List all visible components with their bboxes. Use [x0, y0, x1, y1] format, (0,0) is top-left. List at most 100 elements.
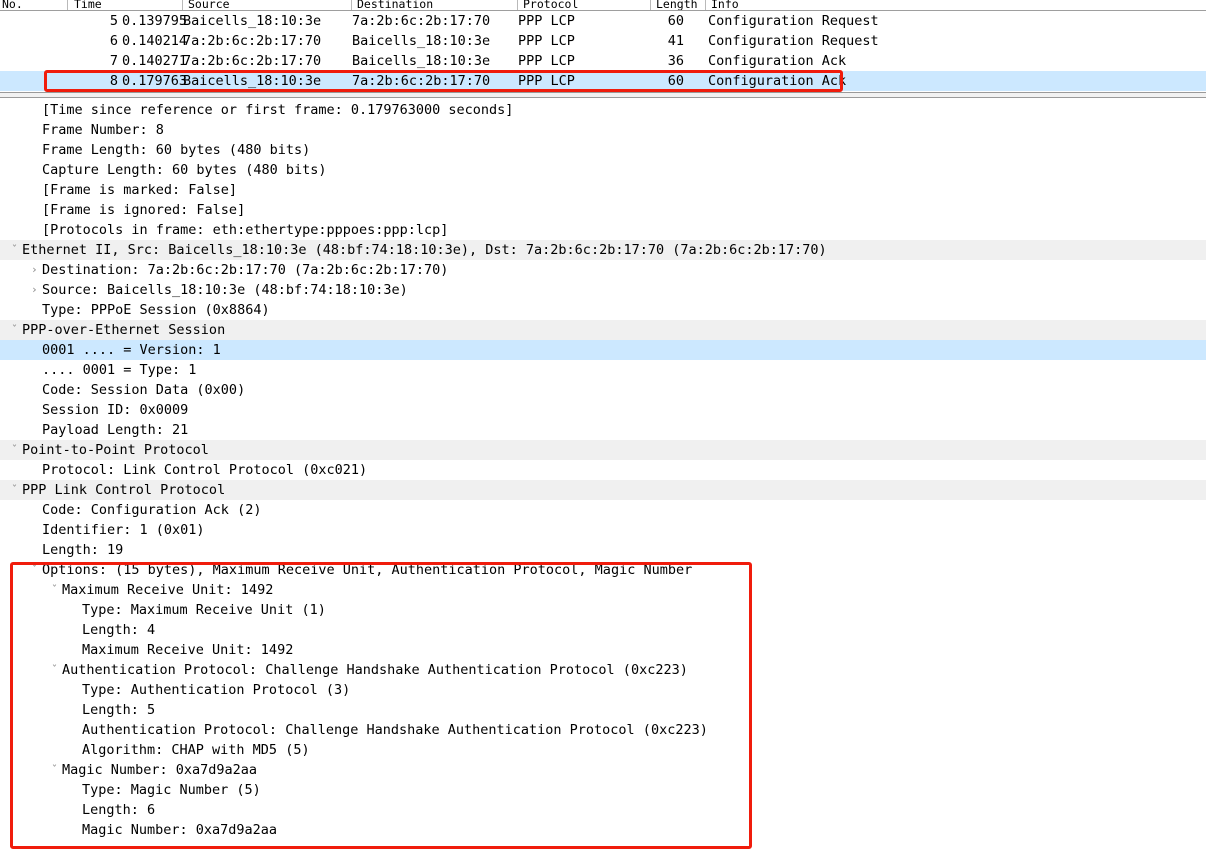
detail-tree-row[interactable]: ˇ Maximum Receive Unit: 1492	[0, 580, 1206, 600]
packet-list-row[interactable]: 8 0.179763 Baicells_18:10:3e 7a:2b:6c:2b:17…	[0, 71, 1206, 91]
packet-cell-destination: Baicells_18:10:3e	[352, 53, 491, 69]
detail-tree-label: Type: Maximum Receive Unit (1)	[82, 602, 326, 618]
packet-list-row[interactable]: 7 0.140271 7a:2b:6c:2b:17:70 Baicells_18:10…	[0, 51, 1206, 71]
packet-cell-info: Configuration Request	[708, 33, 879, 49]
detail-tree-label: Length: 19	[42, 542, 124, 558]
tree-twig-placeholder	[27, 100, 42, 120]
detail-tree-row[interactable]: Length: 19	[0, 540, 1206, 560]
tree-twig-placeholder	[67, 800, 82, 820]
packet-cell-length: 41	[667, 33, 684, 49]
detail-tree-label: Magic Number: 0xa7d9a2aa	[82, 822, 278, 838]
detail-tree-row[interactable]: .... 0001 = Type: 1	[0, 360, 1206, 380]
tree-twig-placeholder	[27, 340, 42, 360]
detail-tree-label: [Frame is marked: False]	[42, 182, 238, 198]
detail-tree-row[interactable]: Identifier: 1 (0x01)	[0, 520, 1206, 540]
detail-tree-row[interactable]: Length: 5	[0, 700, 1206, 720]
detail-tree-label: Algorithm: CHAP with MD5 (5)	[82, 742, 310, 758]
detail-tree-row[interactable]: [Time since reference or first frame: 0.…	[0, 100, 1206, 120]
detail-tree-label: Length: 6	[82, 802, 156, 818]
packet-cell-no: 8	[109, 73, 118, 89]
detail-tree-label: Length: 4	[82, 622, 156, 638]
detail-tree-row[interactable]: Type: Magic Number (5)	[0, 780, 1206, 800]
detail-tree-label: Ethernet II, Src: Baicells_18:10:3e (48:…	[22, 242, 827, 258]
packet-cell-protocol: PPP LCP	[518, 73, 575, 89]
packet-cell-time: 0.140271	[122, 53, 188, 69]
chevron-down-icon[interactable]: ˇ	[7, 480, 22, 500]
detail-tree-row[interactable]: Maximum Receive Unit: 1492	[0, 640, 1206, 660]
detail-tree-row[interactable]: Frame Length: 60 bytes (480 bits)	[0, 140, 1206, 160]
detail-tree-label: PPP Link Control Protocol	[22, 482, 226, 498]
detail-tree-row[interactable]: Frame Number: 8	[0, 120, 1206, 140]
detail-tree-row[interactable]: Algorithm: CHAP with MD5 (5)	[0, 740, 1206, 760]
detail-tree-row[interactable]: Type: PPPoE Session (0x8864)	[0, 300, 1206, 320]
tree-twig-placeholder	[67, 740, 82, 760]
detail-tree-row[interactable]: Length: 4	[0, 620, 1206, 640]
packet-list-row[interactable]: 5 0.139795 Baicells_18:10:3e 7a:2b:6c:2b:17…	[0, 11, 1206, 31]
detail-tree-label: [Protocols in frame: eth:ethertype:pppoe…	[42, 222, 449, 238]
detail-tree-label: Frame Length: 60 bytes (480 bits)	[42, 142, 311, 158]
detail-tree-row[interactable]: Length: 6	[0, 800, 1206, 820]
packet-list-column-header[interactable]: No. Time Source Destination Protocol Len…	[0, 0, 1206, 11]
packet-cell-info: Configuration Ack	[708, 53, 847, 69]
detail-tree-label: Type: PPPoE Session (0x8864)	[42, 302, 270, 318]
tree-twig-placeholder	[27, 200, 42, 220]
chevron-right-icon[interactable]: ›	[27, 260, 42, 280]
chevron-down-icon[interactable]: ˇ	[47, 580, 62, 600]
detail-tree-row[interactable]: [Frame is ignored: False]	[0, 200, 1206, 220]
detail-tree-label: Authentication Protocol: Challenge Hands…	[62, 662, 688, 678]
packet-list-pane[interactable]: No. Time Source Destination Protocol Len…	[0, 0, 1206, 96]
detail-tree-label: Magic Number: 0xa7d9a2aa	[62, 762, 258, 778]
tree-twig-placeholder	[27, 120, 42, 140]
detail-tree-row[interactable]: ˇ Ethernet II, Src: Baicells_18:10:3e (48…	[0, 240, 1206, 260]
detail-tree-row[interactable]: 0001 .... = Version: 1	[0, 340, 1206, 360]
packet-cell-time: 0.179763	[122, 73, 188, 89]
chevron-down-icon[interactable]: ˇ	[7, 240, 22, 260]
detail-tree-row[interactable]: ˇ Options: (15 bytes), Maximum Receive Un…	[0, 560, 1206, 580]
detail-tree-row[interactable]: Session ID: 0x0009	[0, 400, 1206, 420]
detail-tree-label: Code: Session Data (0x00)	[42, 382, 246, 398]
detail-tree-label: Protocol: Link Control Protocol (0xc021)	[42, 462, 368, 478]
packet-cell-no: 5	[109, 13, 118, 29]
detail-tree-row[interactable]: › Destination: 7a:2b:6c:2b:17:70 (7a:2b:6…	[0, 260, 1206, 280]
detail-tree-label: 0001 .... = Version: 1	[42, 342, 221, 358]
tree-twig-placeholder	[67, 620, 82, 640]
detail-tree-label: Source: Baicells_18:10:3e (48:bf:74:18:1…	[42, 282, 408, 298]
tree-twig-placeholder	[27, 160, 42, 180]
chevron-down-icon[interactable]: ˇ	[7, 320, 22, 340]
packet-details-pane[interactable]: [Time since reference or first frame: 0.…	[0, 100, 1206, 859]
tree-twig-placeholder	[27, 500, 42, 520]
detail-tree-row[interactable]: Code: Session Data (0x00)	[0, 380, 1206, 400]
detail-tree-row[interactable]: Magic Number: 0xa7d9a2aa	[0, 820, 1206, 840]
tree-twig-placeholder	[27, 400, 42, 420]
detail-tree-row[interactable]: ˇ PPP Link Control Protocol	[0, 480, 1206, 500]
chevron-right-icon[interactable]: ›	[27, 280, 42, 300]
chevron-down-icon[interactable]: ˇ	[47, 760, 62, 780]
chevron-down-icon[interactable]: ˇ	[27, 560, 42, 580]
detail-tree-row[interactable]: Type: Maximum Receive Unit (1)	[0, 600, 1206, 620]
tree-twig-placeholder	[67, 600, 82, 620]
detail-tree-row[interactable]: ˇ Point-to-Point Protocol	[0, 440, 1206, 460]
detail-tree-row[interactable]: ˇ Magic Number: 0xa7d9a2aa	[0, 760, 1206, 780]
packet-cell-source: 7a:2b:6c:2b:17:70	[183, 53, 322, 69]
packet-cell-source: Baicells_18:10:3e	[183, 73, 322, 89]
detail-tree-label: PPP-over-Ethernet Session	[22, 322, 226, 338]
detail-tree-row[interactable]: Capture Length: 60 bytes (480 bits)	[0, 160, 1206, 180]
detail-tree-row[interactable]: [Frame is marked: False]	[0, 180, 1206, 200]
detail-tree-label: Type: Authentication Protocol (3)	[82, 682, 351, 698]
detail-tree-row[interactable]: Type: Authentication Protocol (3)	[0, 680, 1206, 700]
packet-list-row[interactable]: 6 0.140214 7a:2b:6c:2b:17:70 Baicells_18:10…	[0, 31, 1206, 51]
detail-tree-row[interactable]: › Source: Baicells_18:10:3e (48:bf:74:18:…	[0, 280, 1206, 300]
chevron-down-icon[interactable]: ˇ	[7, 440, 22, 460]
packet-cell-length: 60	[667, 13, 684, 29]
detail-tree-row[interactable]: [Protocols in frame: eth:ethertype:pppoe…	[0, 220, 1206, 240]
detail-tree-label: Code: Configuration Ack (2)	[42, 502, 262, 518]
detail-tree-row[interactable]: Code: Configuration Ack (2)	[0, 500, 1206, 520]
chevron-down-icon[interactable]: ˇ	[47, 660, 62, 680]
tree-twig-placeholder	[27, 360, 42, 380]
detail-tree-row[interactable]: ˇ Authentication Protocol: Challenge Hand…	[0, 660, 1206, 680]
detail-tree-row[interactable]: Authentication Protocol: Challenge Hands…	[0, 720, 1206, 740]
detail-tree-row[interactable]: Payload Length: 21	[0, 420, 1206, 440]
detail-tree-row[interactable]: ˇ PPP-over-Ethernet Session	[0, 320, 1206, 340]
detail-tree-row[interactable]: Protocol: Link Control Protocol (0xc021)	[0, 460, 1206, 480]
pane-splitter[interactable]	[0, 92, 1206, 98]
